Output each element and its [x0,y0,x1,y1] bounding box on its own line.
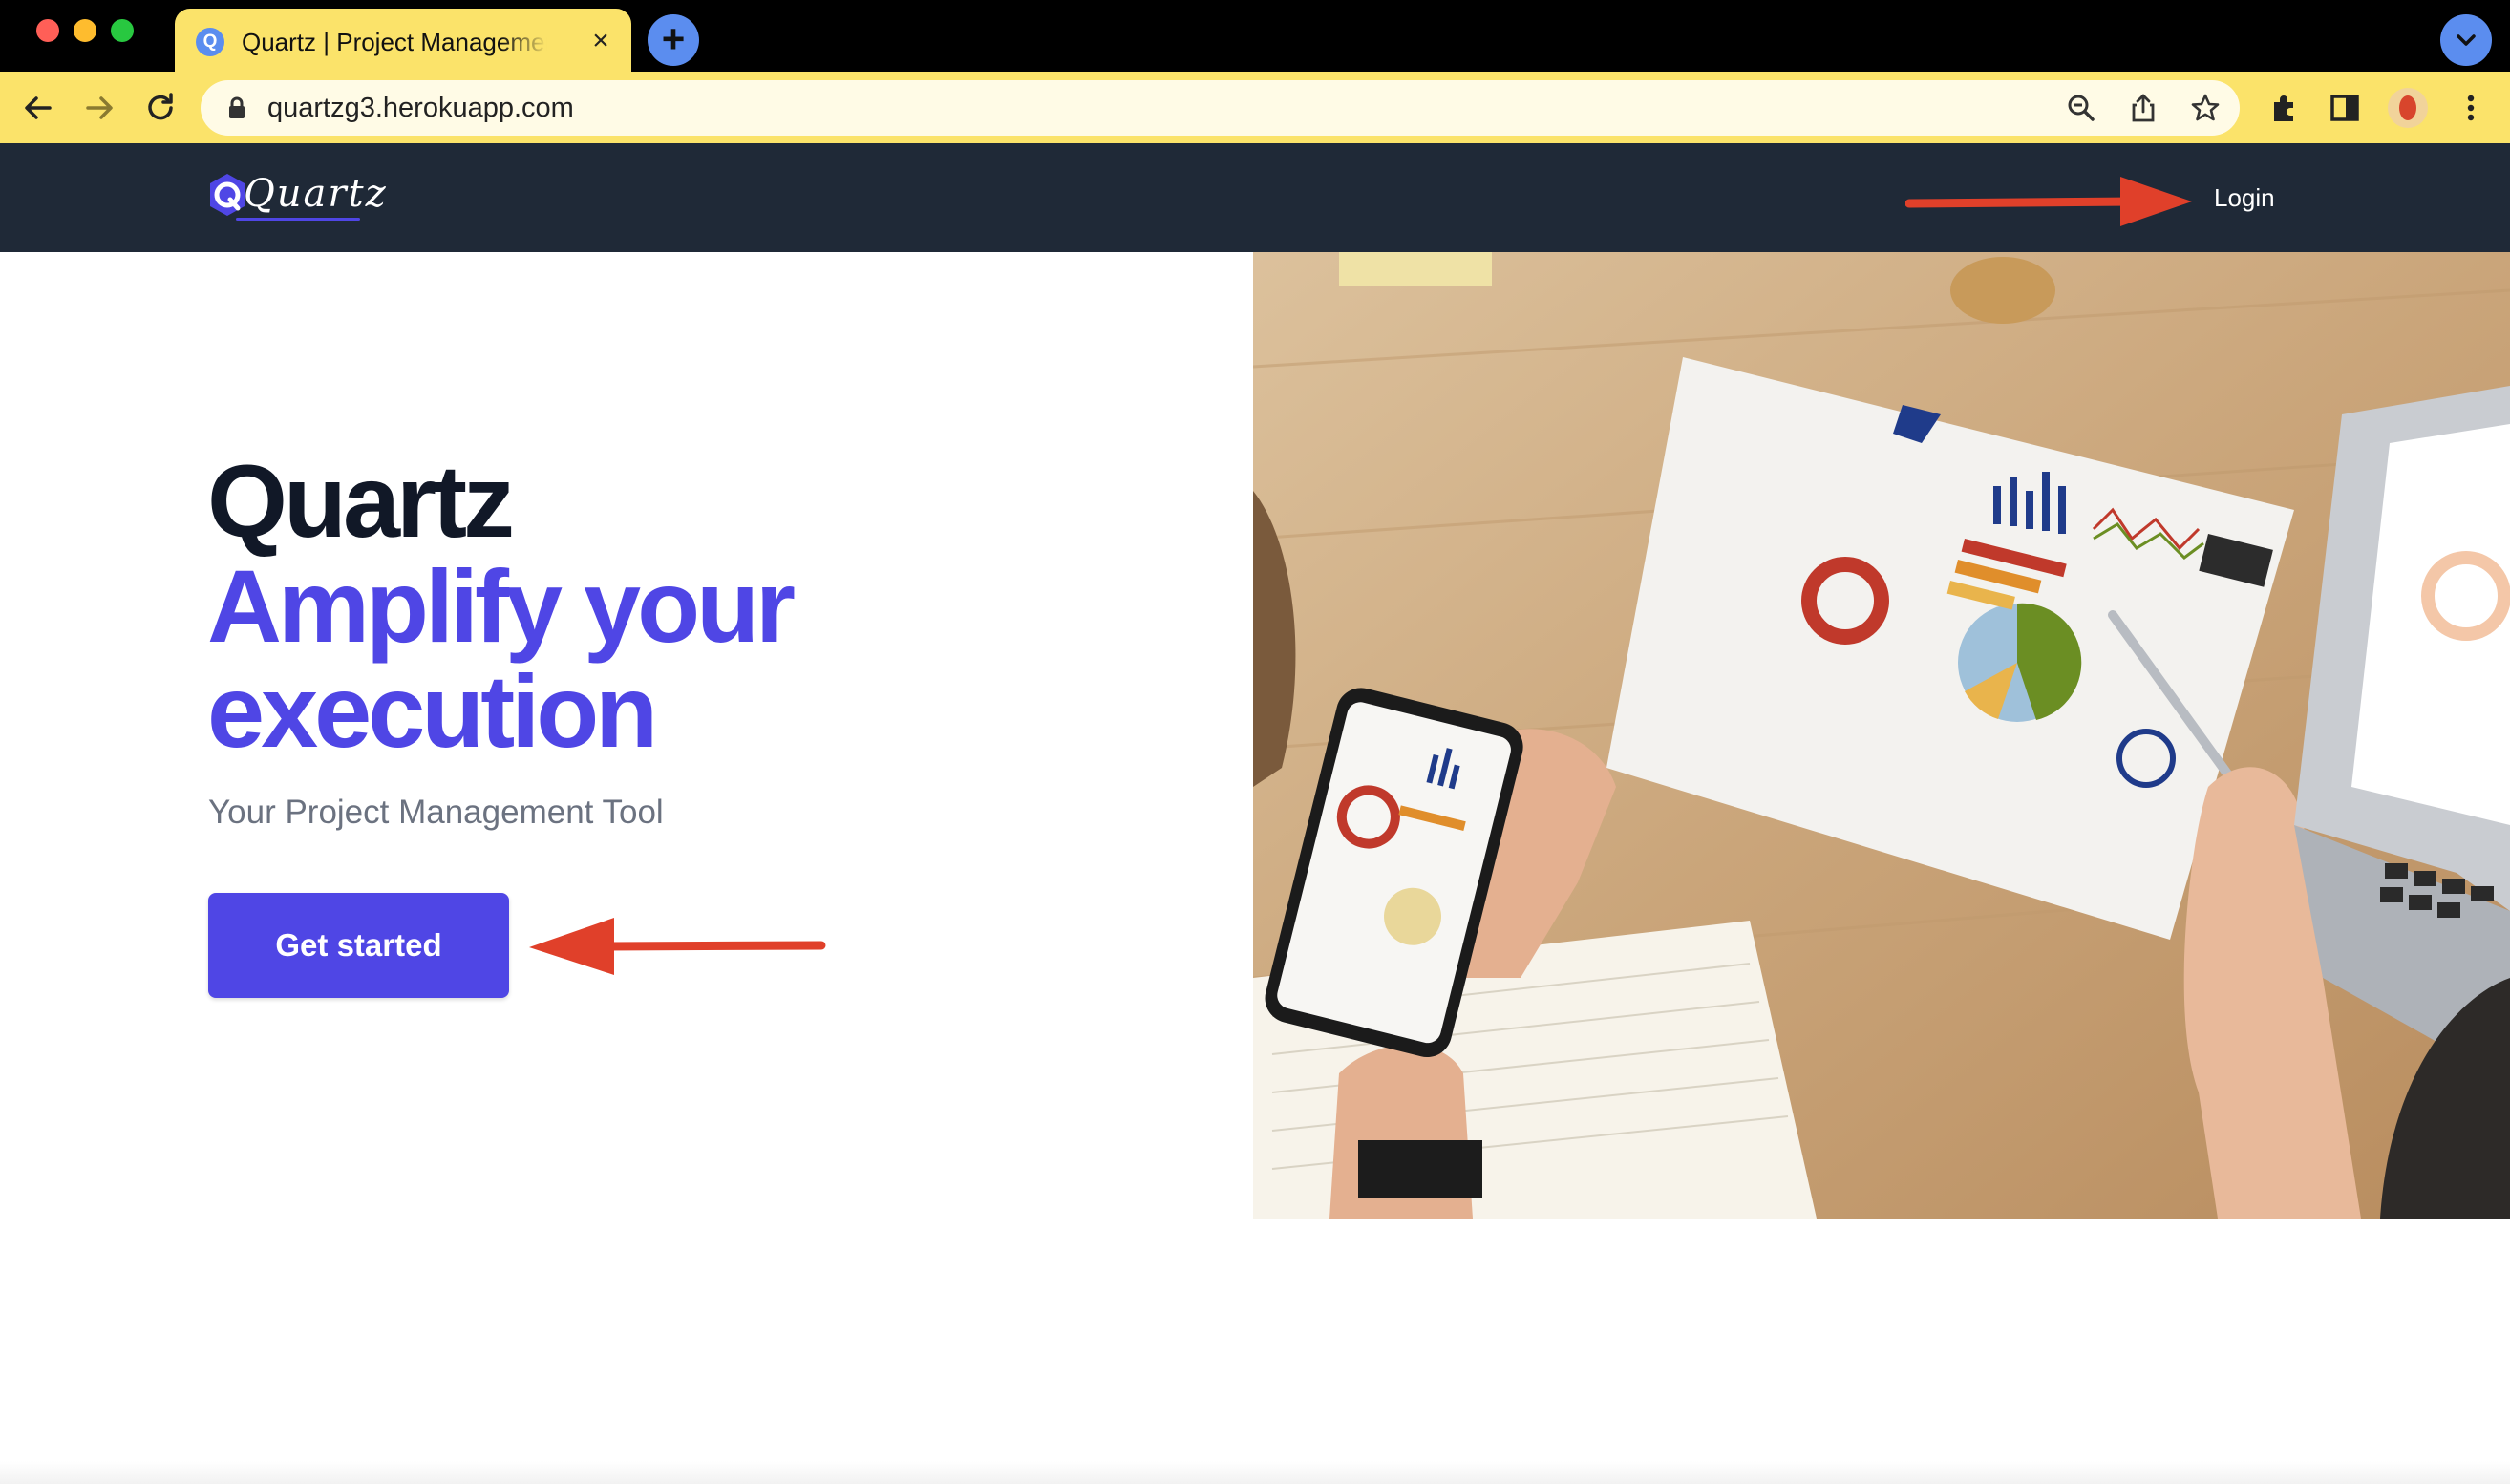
share-icon[interactable] [2127,92,2159,124]
hero-photo [1253,252,2510,1219]
reload-icon[interactable] [141,89,180,127]
get-started-button[interactable]: Get started [208,893,509,998]
get-started-pointer-arrow [529,918,826,975]
window-close-icon[interactable] [36,19,59,42]
tab-title: Quartz | Project Management Tool [242,28,547,56]
logo-text: Quartz [244,172,388,216]
tab-search-icon[interactable] [2440,14,2492,66]
back-icon[interactable] [19,89,57,127]
page-bottom-shadow [0,1461,2510,1484]
tab-close-icon[interactable]: × [585,26,616,56]
hero-title-tagline-1: Amplify your [207,548,796,664]
lock-icon [229,96,245,118]
forward-icon[interactable] [80,89,118,127]
logo-hexagon-icon [210,174,245,216]
hero-title: Quartz Amplify your execution [207,443,796,769]
window-minimize-icon[interactable] [74,19,96,42]
extensions-icon[interactable] [2266,91,2301,125]
tab-strip: Q Quartz | Project Management Tool × + [0,0,2510,72]
browser-tab[interactable]: Q Quartz | Project Management Tool × [175,9,631,72]
hero-title-tagline-2: execution [207,653,658,769]
login-pointer-arrow [1905,177,2192,226]
hero-subtitle: Your Project Management Tool [208,794,664,831]
window-zoom-icon[interactable] [111,19,134,42]
new-tab-icon[interactable]: + [648,14,699,66]
more-menu-icon[interactable] [2454,91,2488,125]
address-bar[interactable]: quartzg3.herokuapp.com [201,80,2240,136]
profile-avatar[interactable] [2388,88,2428,128]
login-link[interactable]: Login [2214,181,2275,214]
logo-underline [236,218,360,221]
hero-title-brand: Quartz [207,443,515,559]
url-text[interactable]: quartzg3.herokuapp.com [267,92,574,124]
browser-toolbar: quartzg3.herokuapp.com [0,72,2510,143]
zoom-icon[interactable] [2065,92,2097,124]
side-panel-icon[interactable] [2328,91,2362,125]
tab-favicon-icon: Q [196,28,224,56]
bookmark-star-icon[interactable] [2189,92,2222,124]
